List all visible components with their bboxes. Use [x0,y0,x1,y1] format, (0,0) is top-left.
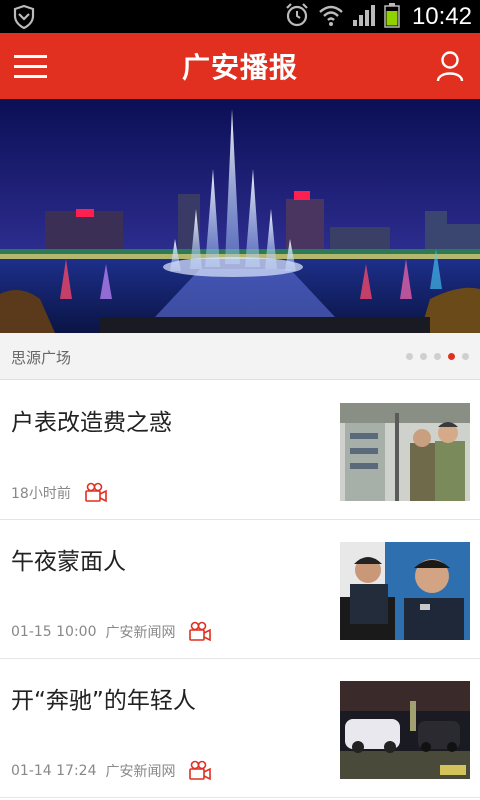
video-camera-icon [84,482,108,504]
news-title[interactable]: 户表改造费之惑 [11,403,172,437]
news-time: 18小时前 [11,486,71,502]
news-item[interactable]: 开“奔驰”的年轻人 01-14 17:24 广安新闻网 [0,659,480,798]
slide-dot-active[interactable] [448,353,455,360]
news-time: 01-14 17:24 [11,763,97,779]
slide-dot[interactable] [406,353,413,360]
menu-icon[interactable] [14,51,48,81]
banner-image[interactable] [0,99,480,333]
signal-icon [352,3,376,31]
battery-icon [384,2,400,32]
news-source: 广安新闻网 [105,764,176,780]
news-thumbnail[interactable] [340,681,470,779]
news-title[interactable]: 午夜蒙面人 [11,542,126,576]
slide-dot[interactable] [420,353,427,360]
news-source: 广安新闻网 [105,625,176,641]
news-thumbnail[interactable] [340,542,470,640]
news-time: 01-15 10:00 [11,624,97,640]
slide-indicator [406,353,469,360]
banner-caption: 思源广场 [11,349,72,367]
news-item[interactable]: 午夜蒙面人 01-15 10:00 广安新闻网 [0,520,480,659]
user-icon[interactable] [436,50,464,82]
wifi-icon [318,3,344,31]
news-meta: 01-15 10:00 广安新闻网 [11,621,212,643]
clock-time: 10:42 [411,2,472,30]
slide-dot[interactable] [434,353,441,360]
app-title: 广安播报 [181,51,298,84]
status-bar: 10:42 [0,0,480,33]
slide-dot[interactable] [462,353,469,360]
app-bar: 广安播报 [0,33,480,99]
news-thumbnail[interactable] [340,403,470,501]
news-meta: 18小时前 [11,482,108,504]
news-title[interactable]: 开“奔驰”的年轻人 [11,681,196,715]
news-item[interactable]: 户表改造费之惑 18小时前 [0,381,480,520]
shield-icon [12,4,36,34]
banner-caption-bar: 思源广场 [0,333,480,380]
alarm-icon [284,2,310,32]
video-camera-icon [188,760,212,782]
news-meta: 01-14 17:24 广安新闻网 [11,760,212,782]
video-camera-icon [188,621,212,643]
